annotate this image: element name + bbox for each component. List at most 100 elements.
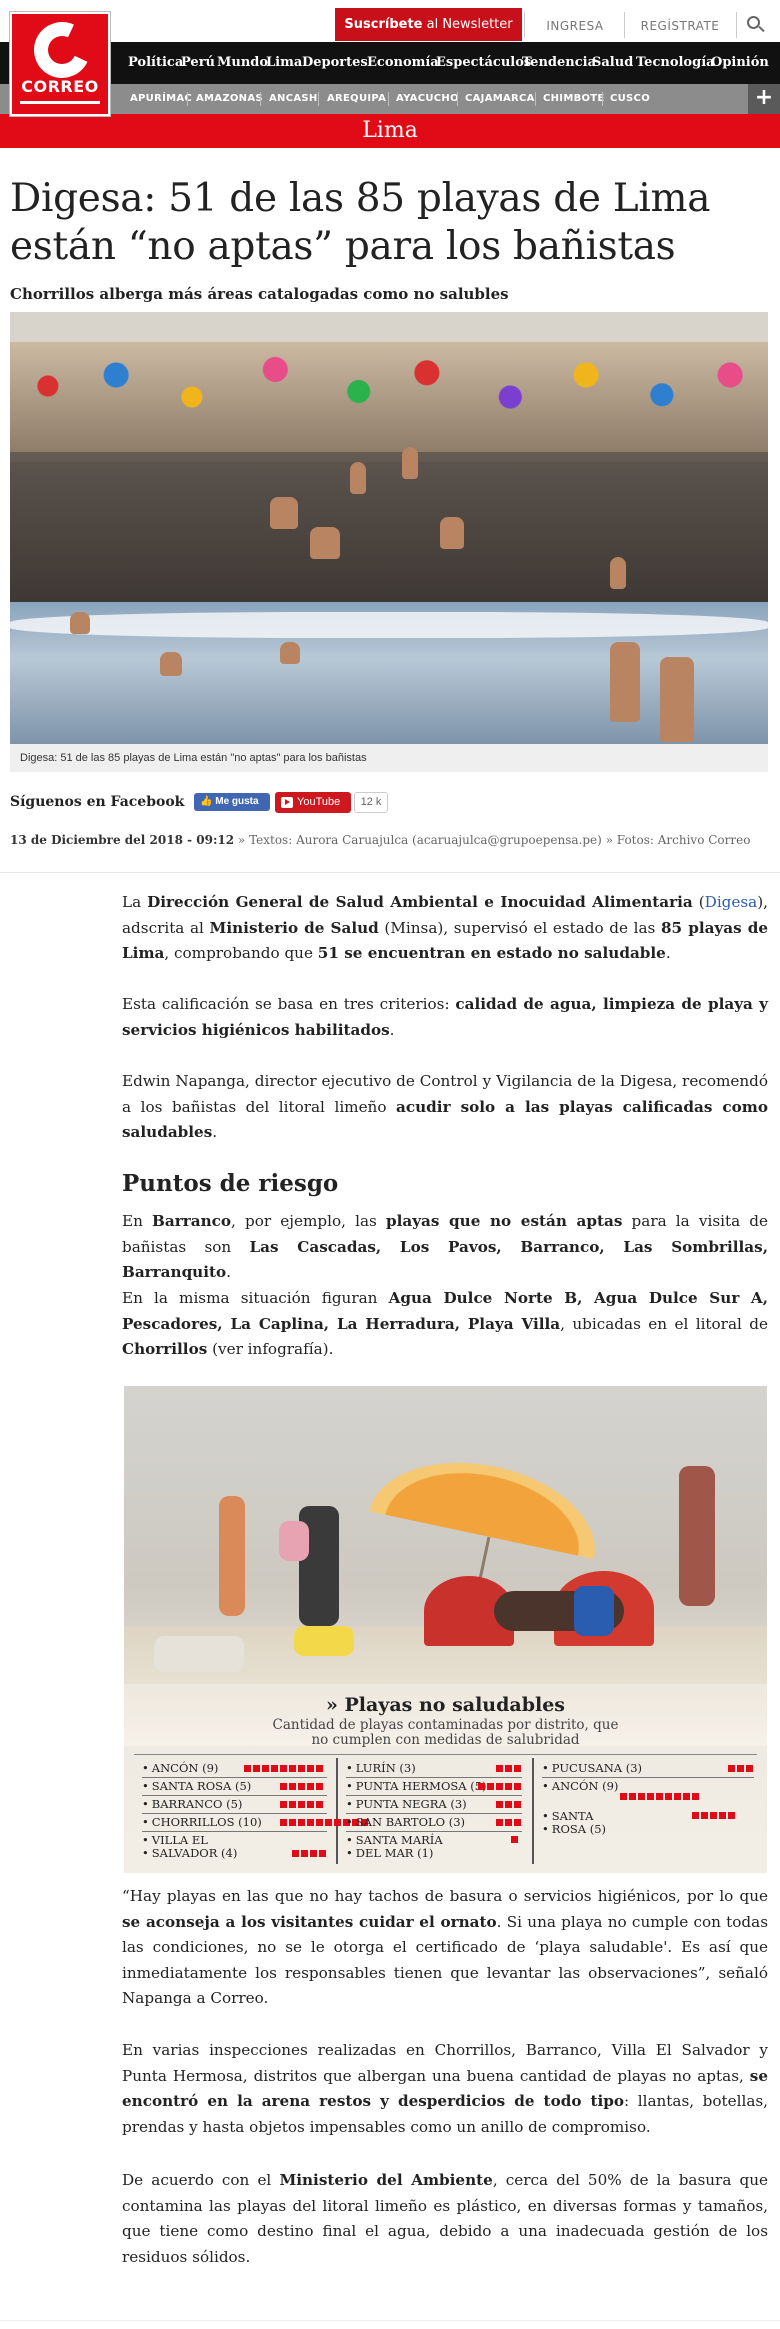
count-square xyxy=(665,1793,672,1800)
article-byline: 13 de Diciembre del 2018 - 09:12 » Texto… xyxy=(10,832,770,848)
count-squares xyxy=(728,1765,753,1773)
count-square xyxy=(505,1819,512,1826)
count-squares xyxy=(496,1801,521,1809)
count-squares xyxy=(496,1819,521,1827)
count-square xyxy=(262,1765,269,1772)
count-squares xyxy=(478,1783,521,1791)
count-square xyxy=(514,1801,521,1808)
region-apurimac[interactable]: APURÍMAC xyxy=(130,90,192,108)
region-cusco[interactable]: CUSCO xyxy=(610,90,650,108)
newsletter-button[interactable]: Suscríbete al Newsletter xyxy=(335,8,522,41)
nav-item-opinion[interactable]: Opinión xyxy=(711,42,769,84)
count-square xyxy=(298,1765,305,1772)
nav-item-politica[interactable]: Política xyxy=(128,42,183,84)
nav-item-deportes[interactable]: Deportes xyxy=(302,42,368,84)
divider xyxy=(336,1758,338,1864)
infographic-row: SANTA ROSA (5) xyxy=(142,1780,327,1796)
region-ayacucho[interactable]: AYACUCHO xyxy=(396,90,459,108)
count-square xyxy=(719,1812,726,1819)
count-square xyxy=(505,1801,512,1808)
count-square xyxy=(316,1801,323,1808)
more-regions-button[interactable]: + xyxy=(748,84,780,114)
newsletter-strong: Suscríbete xyxy=(344,17,423,32)
count-square xyxy=(728,1765,735,1772)
count-square xyxy=(478,1783,485,1790)
correo-logo[interactable]: CORREO xyxy=(10,12,110,116)
count-square xyxy=(737,1765,744,1772)
nav-item-espectaculos[interactable]: Espectáculos xyxy=(436,42,531,84)
paragraph: La Dirección General de Salud Ambiental … xyxy=(122,893,769,962)
infographic: » Playas no saludables Cantidad de playa… xyxy=(124,1386,767,1873)
count-square xyxy=(647,1793,654,1800)
nav-item-tecnologia[interactable]: Tecnología xyxy=(636,42,715,84)
photo-caption: Digesa: 51 de las 85 playas de Lima está… xyxy=(10,744,768,772)
count-square xyxy=(289,1819,296,1826)
count-square xyxy=(280,1819,287,1826)
count-square xyxy=(701,1812,708,1819)
digesa-link[interactable]: Digesa xyxy=(705,893,758,911)
register-link[interactable]: REGÍSTRATE xyxy=(628,14,732,38)
count-square xyxy=(289,1801,296,1808)
youtube-subscribe-button[interactable]: YouTube xyxy=(275,792,351,813)
divider xyxy=(602,92,603,106)
count-squares xyxy=(620,1793,699,1801)
infographic-row: VILLA EL SALVADOR (4) xyxy=(142,1834,327,1864)
count-square xyxy=(253,1765,260,1772)
count-square xyxy=(271,1765,278,1772)
nav-item-mundo[interactable]: Mundo xyxy=(217,42,268,84)
count-square xyxy=(307,1819,314,1826)
count-square xyxy=(638,1793,645,1800)
divider xyxy=(736,12,737,38)
search-icon[interactable] xyxy=(745,14,767,36)
count-square xyxy=(487,1783,494,1790)
facebook-like-button[interactable]: 👍 Me gusta xyxy=(194,793,270,811)
top-bar: Suscríbete al Newsletter INGRESA REGÍSTR… xyxy=(0,0,780,42)
count-square xyxy=(514,1819,521,1826)
count-squares xyxy=(292,1850,326,1858)
region-chimbote[interactable]: CHIMBOTE xyxy=(543,90,605,108)
count-square xyxy=(629,1793,636,1800)
count-square xyxy=(505,1765,512,1772)
count-square xyxy=(280,1801,287,1808)
count-square xyxy=(496,1819,503,1826)
count-square xyxy=(728,1812,735,1819)
main-nav: Política Perú Mundo Lima Deportes Econom… xyxy=(0,42,780,84)
nav-item-economia[interactable]: Economía xyxy=(367,42,439,84)
count-square xyxy=(298,1783,305,1790)
infographic-row: PUNTA HERMOSA (5) xyxy=(346,1780,522,1796)
nav-item-salud[interactable]: Salud xyxy=(592,42,633,84)
infographic-row: LURÍN (3) xyxy=(346,1762,522,1778)
logo-underline xyxy=(20,101,100,104)
section-title[interactable]: Lima xyxy=(0,114,780,148)
count-square xyxy=(496,1765,503,1772)
login-link[interactable]: INGRESA xyxy=(530,14,620,38)
count-square xyxy=(334,1819,341,1826)
paragraph: Esta calificación se basa en tres criter… xyxy=(122,995,768,1039)
nav-item-lima[interactable]: Lima xyxy=(266,42,302,84)
facebook-like-icon: 👍 xyxy=(200,796,216,807)
count-square xyxy=(514,1783,521,1790)
count-square xyxy=(692,1793,699,1800)
infographic-row: SAN BARTOLO (3) xyxy=(346,1816,522,1832)
region-ancash[interactable]: ANCASH xyxy=(269,90,318,108)
nav-item-tendencia[interactable]: Tendencia xyxy=(522,42,596,84)
region-amazonas[interactable]: AMAZONAS xyxy=(196,90,263,108)
count-square xyxy=(307,1765,314,1772)
section-heading: Puntos de riesgo xyxy=(122,1170,339,1197)
count-square xyxy=(301,1850,308,1857)
region-cajamarca[interactable]: CAJAMARCA xyxy=(465,90,535,108)
divider xyxy=(457,92,458,106)
count-square xyxy=(307,1783,314,1790)
follow-label: Síguenos en Facebook xyxy=(10,794,185,810)
divider xyxy=(260,92,261,106)
region-arequipa[interactable]: AREQUIPA xyxy=(327,90,386,108)
count-square xyxy=(289,1783,296,1790)
count-squares xyxy=(692,1812,735,1820)
nav-item-peru[interactable]: Perú xyxy=(181,42,215,84)
count-square xyxy=(298,1819,305,1826)
count-square xyxy=(310,1850,317,1857)
paragraph: “Hay playas en las que no hay tachos de … xyxy=(122,1887,768,2007)
count-square xyxy=(746,1765,753,1772)
count-square xyxy=(511,1836,518,1843)
count-square xyxy=(292,1850,299,1857)
